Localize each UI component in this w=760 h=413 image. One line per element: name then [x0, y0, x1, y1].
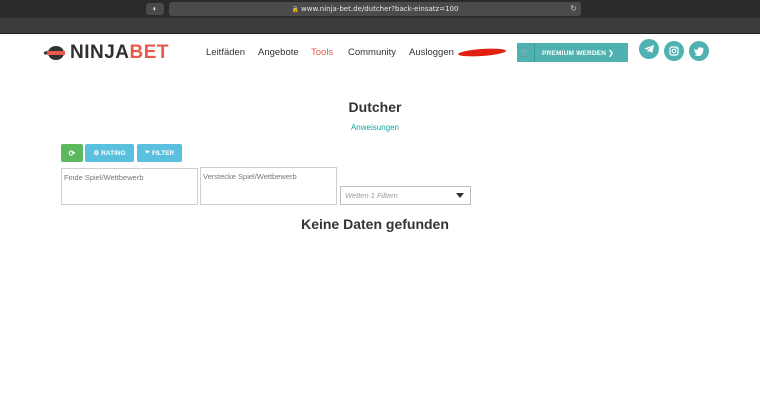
bet-filter-placeholder: Wetten 1 Filtern [345, 191, 398, 200]
ninjabet-logo[interactable]: NINJABET [43, 42, 170, 64]
premium-button[interactable]: 🛒 PREMIUM WERDEN ❯ [517, 43, 628, 62]
shield-icon[interactable]: ◐ [146, 3, 164, 15]
rating-button[interactable]: ⚙ RATING [85, 144, 134, 162]
refresh-icon: ⟳ [68, 148, 76, 158]
filter-label: FILTER [151, 149, 175, 157]
address-bar[interactable]: 🔒 www.ninja-bet.de/dutcher?back-einsatz=1… [169, 2, 581, 16]
nav-leitfaeden[interactable]: Leitfäden [206, 47, 245, 58]
find-match-placeholder: Finde Spiel/Wettbewerb [64, 173, 144, 182]
nav-angebote[interactable]: Angebote [258, 47, 299, 58]
page-title: Dutcher [348, 99, 402, 115]
twitter-icon[interactable] [689, 41, 709, 61]
instagram-icon[interactable] [664, 41, 684, 61]
refresh-button[interactable]: ⟳ [61, 144, 83, 162]
nav-ausloggen[interactable]: Ausloggen [409, 47, 454, 58]
find-match-input[interactable]: Finde Spiel/Wettbewerb [61, 168, 198, 205]
empty-state-message: Keine Daten gefunden [301, 216, 449, 232]
browser-toolbar: ◐ 🔒 www.ninja-bet.de/dutcher?back-einsatz… [0, 0, 760, 18]
nav-community[interactable]: Community [348, 47, 396, 58]
reload-icon[interactable]: ↻ [570, 2, 577, 16]
nav-tools[interactable]: Tools [311, 47, 333, 58]
hide-match-input[interactable]: Verstecke Spiel/Wettbewerb [200, 167, 337, 205]
filter-icon: ⏷ [144, 149, 150, 156]
logo-text-ninja: NINJA [70, 42, 130, 63]
caret-down-icon [456, 193, 464, 198]
cogs-icon: ⚙ [93, 150, 100, 157]
redaction-scribble [457, 47, 507, 58]
rating-label: RATING [101, 149, 126, 157]
premium-label: PREMIUM WERDEN ❯ [542, 49, 614, 57]
instructions-link[interactable]: Anweisungen [0, 123, 750, 132]
browser-tab-strip [0, 18, 760, 34]
lock-icon: 🔒 [291, 6, 300, 13]
bet-filter-select[interactable]: Wetten 1 Filtern [340, 186, 471, 205]
cart-icon: 🛒 [517, 43, 535, 62]
filter-button[interactable]: ⏷ FILTER [137, 144, 182, 162]
ninja-icon [43, 45, 68, 61]
telegram-icon[interactable] [639, 39, 659, 59]
logo-text-bet: BET [129, 42, 170, 63]
url-text: www.ninja-bet.de/dutcher?back-einsatz=10… [301, 5, 459, 13]
hide-match-placeholder: Verstecke Spiel/Wettbewerb [203, 172, 297, 181]
site-header: NINJABET Leitfäden Angebote Tools Commun… [0, 34, 760, 74]
